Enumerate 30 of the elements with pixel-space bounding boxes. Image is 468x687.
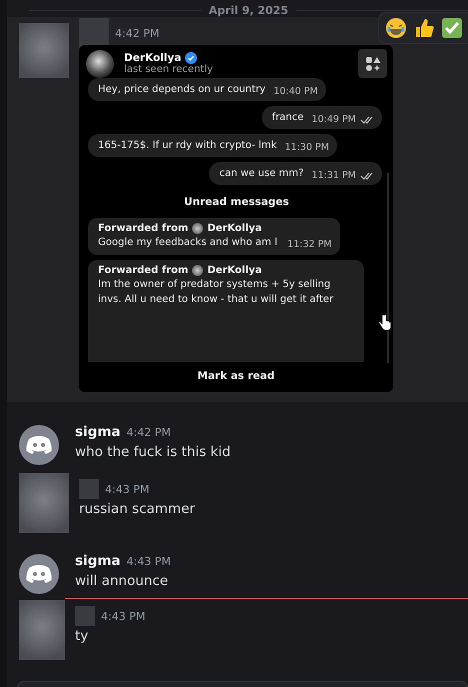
message-time: 4:43 PM [126,554,171,568]
contact-status: last seen recently [124,64,214,75]
message-text: ty [75,627,90,646]
forwarded-sender: DerKollya [207,265,262,276]
bubble-text: can we use mm? [219,167,304,181]
bubble-text: Google my feedbacks and who am I [98,236,278,250]
message-text: russian scammer [79,500,195,519]
forwarded-label: Forwarded from [98,265,188,276]
bubble-text: france [272,111,304,125]
bubble-text: 165-175$. If ur rdy with crypto- lmk [98,139,277,153]
bubble-time: 11:31 PM [312,170,356,181]
bubble-time: 10:49 PM [312,114,356,125]
username: sigma [75,424,121,440]
bubble-time: 10:40 PM [274,86,318,97]
unread-divider: Unread messages [184,195,290,210]
message-time: 4:42 PM [115,26,160,40]
bubble-time: 11:32 PM [287,239,332,250]
bubble-time: 11:30 PM [284,142,330,153]
bubble-text: Im the owner of predator systems + 5y selling invs. All u need to know - that u will get it after [98,278,334,307]
date-divider: April 9, 2025 [208,4,288,16]
forwarded-label: Forwarded from [98,223,188,234]
message-time: 4:42 PM [126,426,171,438]
message-text: who the fuck is this kid [75,443,231,462]
bubble-text: Hey, price depends on ur country [98,83,266,97]
message-time: 4:43 PM [101,610,146,622]
forwarded-sender: DerKollya [207,223,262,234]
message-text: will announce [75,572,170,591]
username: sigma [75,553,121,569]
contact-name: DerKollya [124,52,182,64]
message-time: 4:43 PM [105,482,150,496]
